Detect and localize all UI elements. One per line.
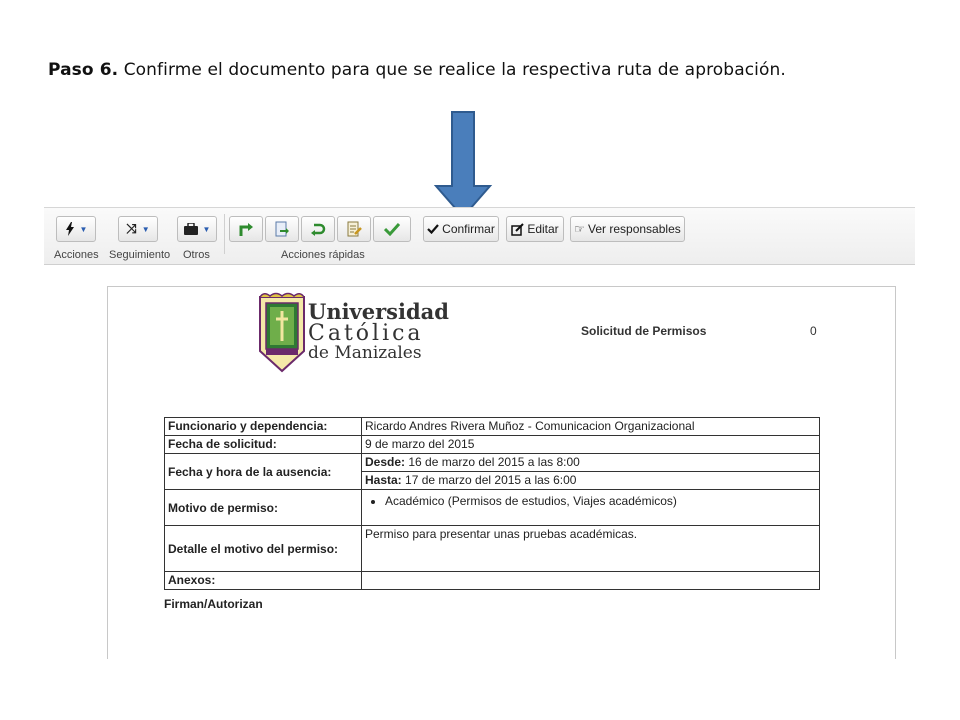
seguimiento-dropdown[interactable]: ⤨ ▼ [118, 216, 158, 242]
check-icon [384, 222, 400, 236]
quick-action-export[interactable] [265, 216, 299, 242]
bolt-icon [65, 222, 74, 236]
motivo-label: Motivo de permiso: [164, 489, 362, 526]
down-arrow-icon [433, 111, 493, 219]
motivo-cell: Académico (Permisos de estudios, Viajes … [361, 489, 820, 526]
table-row: Detalle el motivo del permiso: Permiso p… [164, 525, 820, 572]
table-row: Fecha y hora de la ausencia: Desde: 16 d… [164, 453, 820, 490]
seguimiento-label: Seguimiento [109, 249, 171, 261]
chevron-down-icon: ▼ [202, 224, 211, 234]
table-row: Motivo de permiso: Académico (Permisos d… [164, 489, 820, 526]
funcionario-value: Ricardo Andres Rivera Muñoz - Comunicaci… [361, 417, 820, 436]
acciones-label: Acciones [54, 249, 99, 261]
edit-icon [511, 222, 525, 236]
hasta-label: Hasta: [365, 473, 402, 487]
step-number: Paso 6. [48, 60, 119, 80]
edit-label: Editar [527, 222, 559, 236]
quick-action-approve[interactable] [373, 216, 411, 242]
desde-value: 16 de marzo del 2015 a las 8:00 [405, 455, 580, 469]
hand-pointer-icon: ☞ [574, 222, 586, 236]
document-export-icon [275, 221, 289, 237]
university-name-line3: de Manizales [308, 343, 422, 363]
toolbar: ▼ Acciones ⤨ ▼ Seguimiento ▼ Otros Accio… [44, 207, 915, 265]
table-row: Fecha de solicitud: 9 de marzo del 2015 [164, 435, 820, 454]
ausencia-label: Fecha y hora de la ausencia: [164, 453, 362, 490]
document-number: 0 [810, 324, 817, 338]
fecha-solicitud-label: Fecha de solicitud: [164, 435, 362, 454]
document-title: Solicitud de Permisos [581, 324, 707, 338]
return-arrow-icon [311, 223, 326, 236]
otros-dropdown[interactable]: ▼ [177, 216, 217, 242]
briefcase-icon [183, 223, 198, 235]
confirm-button[interactable]: Confirmar [423, 216, 499, 242]
forward-arrow-icon [239, 223, 253, 236]
detalle-value: Permiso para presentar unas pruebas acad… [361, 525, 820, 572]
university-shield-logo [259, 292, 305, 373]
hasta-value: 17 de marzo del 2015 a las 6:00 [401, 473, 577, 487]
detalle-label: Detalle el motivo del permiso: [164, 525, 362, 572]
otros-label: Otros [183, 249, 210, 261]
toolbar-divider [224, 214, 225, 254]
chevron-down-icon: ▼ [79, 224, 88, 234]
step-caption: Paso 6. Confirme el documento para que s… [48, 60, 786, 80]
confirm-label: Confirmar [442, 222, 495, 236]
anexos-value [361, 571, 820, 590]
chevron-down-icon: ▼ [141, 224, 150, 234]
view-responsibles-label: Ver responsables [588, 222, 681, 236]
desde-cell: Desde: 16 de marzo del 2015 a las 8:00 [361, 453, 820, 472]
shuffle-icon: ⤨ [126, 221, 137, 236]
quick-actions-label: Acciones rápidas [281, 249, 365, 261]
acciones-dropdown[interactable]: ▼ [56, 216, 96, 242]
check-icon [427, 224, 439, 234]
edit-button[interactable]: Editar [506, 216, 564, 242]
table-row: Funcionario y dependencia: Ricardo Andre… [164, 417, 820, 436]
university-wordmark: Universidad Católica de Manizales [308, 301, 449, 362]
university-name-line1: Universidad [308, 299, 449, 324]
document-edit-icon [347, 221, 362, 237]
view-responsibles-button[interactable]: ☞ Ver responsables [570, 216, 685, 242]
step-text: Confirme el documento para que se realic… [118, 60, 786, 80]
hasta-cell: Hasta: 17 de marzo del 2015 a las 6:00 [361, 471, 820, 490]
funcionario-label: Funcionario y dependencia: [164, 417, 362, 436]
anexos-label: Anexos: [164, 571, 362, 590]
table-row: Anexos: [164, 571, 820, 590]
quick-action-return[interactable] [301, 216, 335, 242]
signatures-heading: Firman/Autorizan [164, 597, 263, 611]
document-preview: Universidad Católica de Manizales Solici… [107, 286, 896, 659]
quick-action-edit-document[interactable] [337, 216, 371, 242]
university-name-line2: Católica [308, 321, 424, 346]
motivo-value: Académico (Permisos de estudios, Viajes … [385, 494, 816, 508]
desde-label: Desde: [365, 455, 406, 469]
fecha-solicitud-value: 9 de marzo del 2015 [361, 435, 820, 454]
quick-action-forward[interactable] [229, 216, 263, 242]
permission-request-table: Funcionario y dependencia: Ricardo Andre… [164, 417, 820, 590]
